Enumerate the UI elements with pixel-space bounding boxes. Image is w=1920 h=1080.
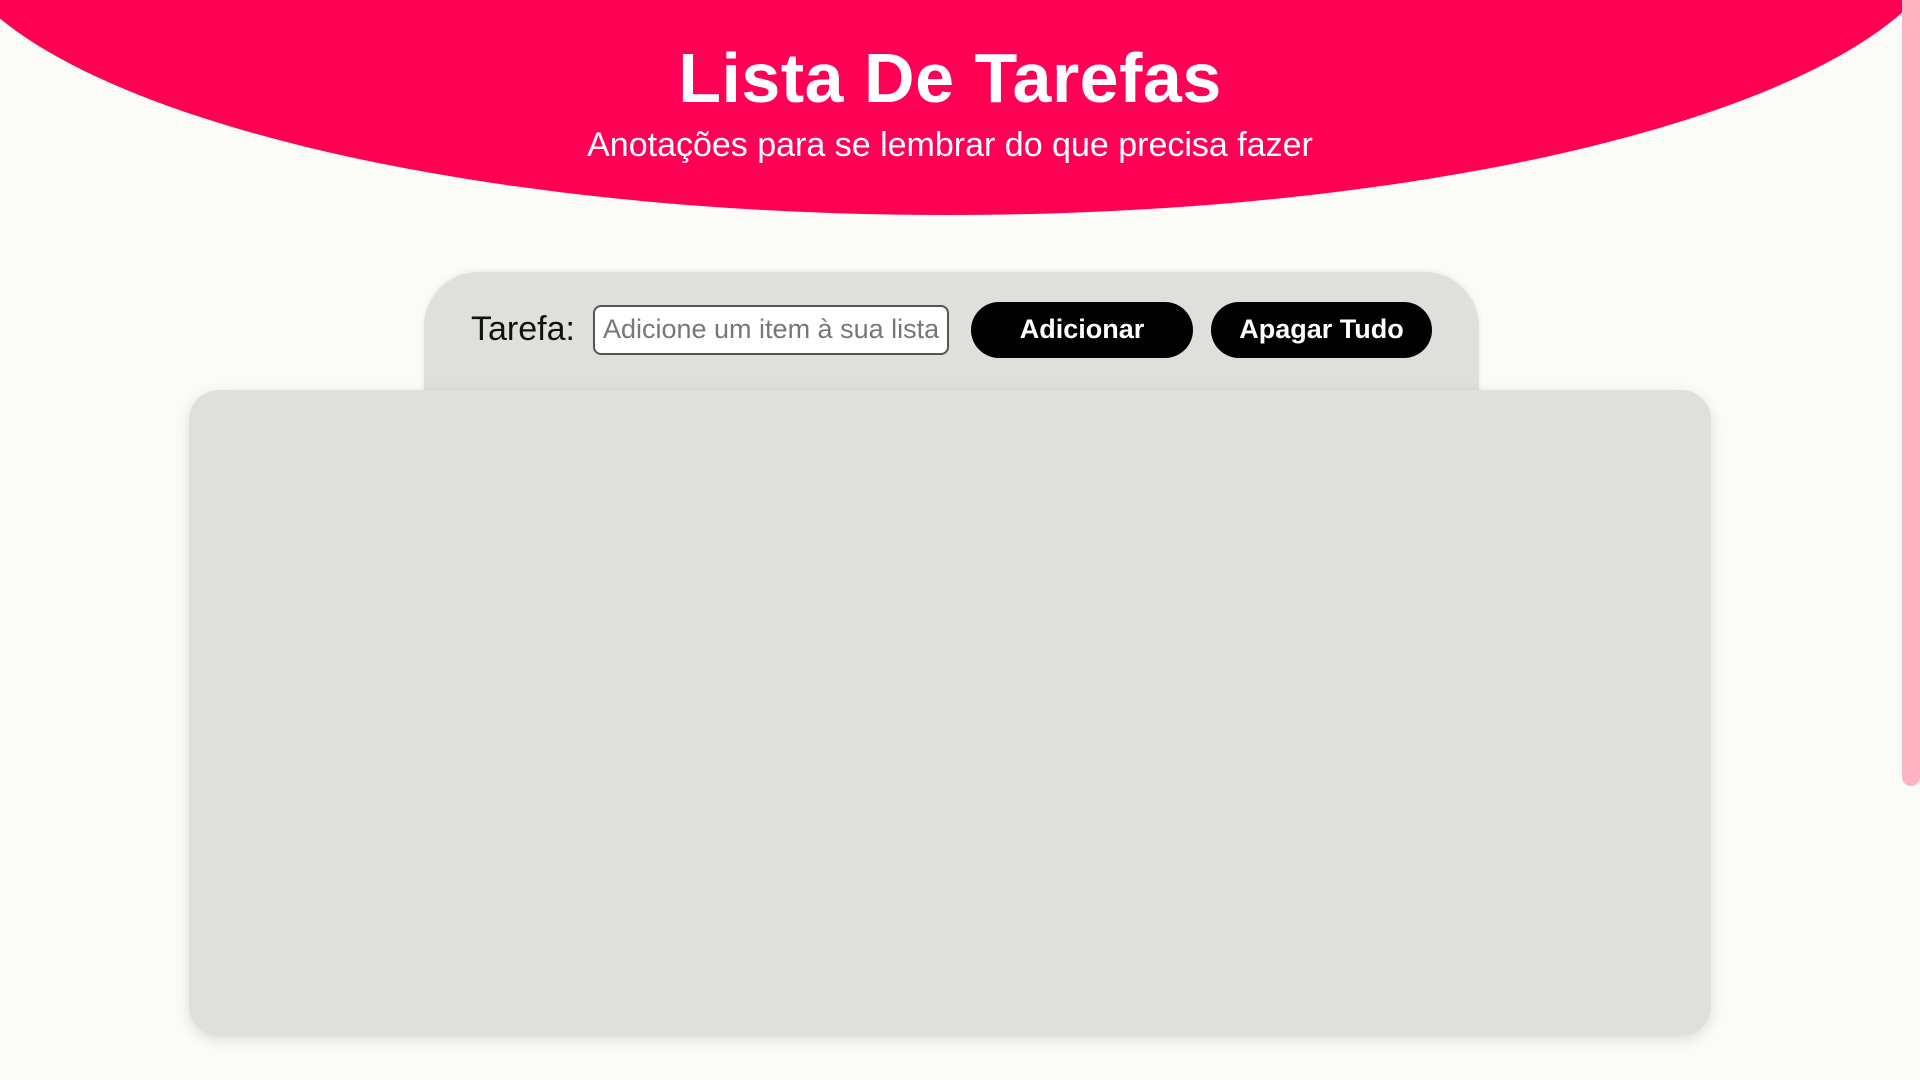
page-subtitle: Anotações para se lembrar do que precisa… [587,126,1313,164]
page-title: Lista De Tarefas [678,39,1222,117]
app-viewport: Lista De Tarefas Anotações para se lembr… [0,0,1920,1080]
task-form: Tarefa: Adicionar Apagar Tudo [424,272,1479,402]
scrollbar[interactable] [1902,0,1920,1080]
task-input[interactable] [592,304,949,355]
task-list [189,390,1711,1036]
add-button[interactable]: Adicionar [970,301,1193,358]
clear-all-button[interactable]: Apagar Tudo [1210,301,1432,358]
task-label: Tarefa: [471,310,575,348]
scrollbar-thumb[interactable] [1902,0,1920,786]
